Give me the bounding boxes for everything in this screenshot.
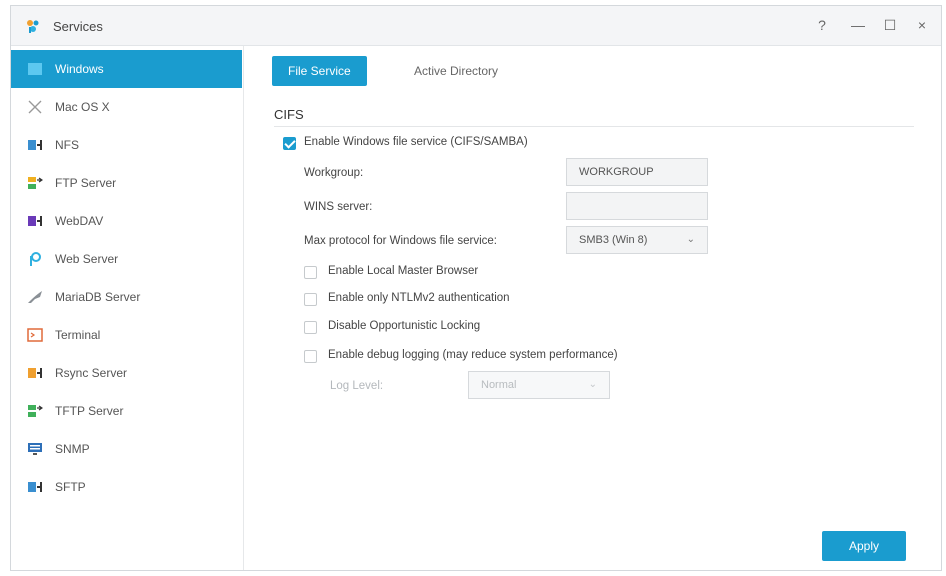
log-level-label: Log Level:: [330, 380, 384, 392]
log-level-select[interactable]: Normal ⌄: [468, 371, 610, 399]
snmp-icon: [28, 443, 42, 455]
window-title: Services: [53, 19, 103, 34]
maximize-button[interactable]: ☐: [879, 14, 901, 36]
sidebar: Windows Mac OS X NFS FTP Server WebDAV W…: [11, 46, 242, 570]
ftp-icon: [28, 177, 43, 189]
enable-cifs-label: Enable Windows file service (CIFS/SAMBA): [304, 136, 528, 148]
sidebar-item-ftp-server[interactable]: FTP Server: [11, 164, 242, 202]
wins-server-input[interactable]: [579, 193, 707, 219]
opportunistic-locking-checkbox[interactable]: [304, 321, 317, 334]
sidebar-item-web-server[interactable]: Web Server: [11, 240, 242, 278]
enable-cifs-checkbox[interactable]: [283, 137, 296, 150]
sidebar-item-label: FTP Server: [55, 176, 117, 190]
tab-active-directory[interactable]: Active Directory: [398, 56, 514, 86]
max-protocol-value: SMB3 (Win 8): [579, 234, 648, 246]
sidebar-item-label: SNMP: [55, 442, 90, 456]
minimize-button[interactable]: —: [847, 14, 869, 36]
local-master-browser-label: Enable Local Master Browser: [328, 265, 479, 277]
sidebar-item-label: Mac OS X: [55, 100, 110, 114]
sidebar-item-terminal[interactable]: Terminal: [11, 316, 242, 354]
sidebar-item-label: Rsync Server: [55, 366, 128, 380]
wins-server-label: WINS server:: [304, 201, 373, 213]
main-panel: File Service Active Directory CIFS Enabl…: [243, 46, 941, 570]
wins-server-field[interactable]: [566, 192, 708, 220]
sidebar-item-snmp[interactable]: SNMP: [11, 430, 242, 468]
terminal-icon: [27, 328, 43, 342]
local-master-browser-checkbox[interactable]: [304, 266, 317, 279]
max-protocol-label: Max protocol for Windows file service:: [304, 235, 498, 247]
sidebar-item-label: MariaDB Server: [55, 290, 141, 304]
sidebar-item-sftp[interactable]: SFTP: [11, 468, 242, 506]
workgroup-field[interactable]: [566, 158, 708, 186]
section-title-cifs: CIFS: [274, 107, 304, 122]
mariadb-icon: [28, 291, 42, 303]
workgroup-input[interactable]: [579, 159, 707, 185]
sidebar-item-label: NFS: [55, 138, 79, 152]
nfs-icon: [28, 140, 42, 150]
sidebar-item-label: Web Server: [55, 252, 119, 266]
max-protocol-select[interactable]: SMB3 (Win 8) ⌄: [566, 226, 708, 254]
section-divider: [274, 126, 914, 127]
sidebar-item-tftp-server[interactable]: TFTP Server: [11, 392, 242, 430]
log-level-value: Normal: [481, 379, 517, 391]
sftp-icon: [28, 482, 42, 492]
services-window: Services ? — ☐ × Windows Mac OS X NFS FT…: [10, 5, 942, 571]
sidebar-item-rsync-server[interactable]: Rsync Server: [11, 354, 242, 392]
sidebar-item-label: TFTP Server: [55, 404, 124, 418]
chevron-down-icon: ⌄: [588, 379, 597, 390]
services-app-icon: [27, 20, 39, 33]
mac-icon: [28, 100, 42, 114]
close-button[interactable]: ×: [911, 14, 933, 36]
ntlmv2-label: Enable only NTLMv2 authentication: [328, 292, 510, 304]
chevron-down-icon: ⌄: [686, 234, 695, 245]
title-bar: Services ? — ☐ ×: [11, 6, 941, 46]
debug-logging-checkbox[interactable]: [304, 350, 317, 363]
debug-logging-label: Enable debug logging (may reduce system …: [328, 349, 618, 361]
opportunistic-locking-label: Disable Opportunistic Locking: [328, 320, 481, 332]
sidebar-item-label: Terminal: [55, 328, 101, 342]
sidebar-item-webdav[interactable]: WebDAV: [11, 202, 242, 240]
apply-button[interactable]: Apply: [822, 531, 906, 561]
sidebar-item-windows[interactable]: Windows: [11, 50, 242, 88]
sidebar-item-mac-os-x[interactable]: Mac OS X: [11, 88, 242, 126]
tftp-icon: [28, 405, 43, 417]
sidebar-item-label: WebDAV: [55, 214, 104, 228]
tab-file-service[interactable]: File Service: [272, 56, 367, 86]
sidebar-item-label: SFTP: [55, 480, 86, 494]
rsync-icon: [28, 368, 42, 378]
help-button[interactable]: ?: [811, 14, 833, 36]
windows-icon: [28, 63, 42, 75]
web-server-icon: [30, 252, 41, 266]
ntlmv2-checkbox[interactable]: [304, 293, 317, 306]
webdav-icon: [28, 216, 42, 226]
sidebar-item-label: Windows: [55, 62, 104, 76]
sidebar-item-nfs[interactable]: NFS: [11, 126, 242, 164]
workgroup-label: Workgroup:: [304, 167, 364, 179]
sidebar-item-mariadb-server[interactable]: MariaDB Server: [11, 278, 242, 316]
